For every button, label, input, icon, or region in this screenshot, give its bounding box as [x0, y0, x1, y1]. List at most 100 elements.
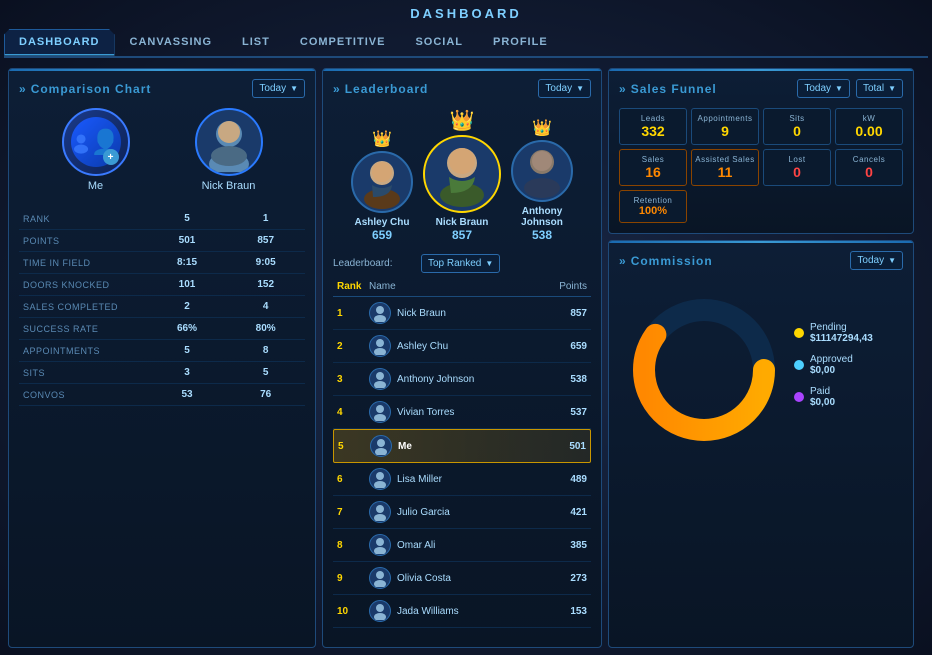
podium-first-avatar [423, 135, 501, 213]
leaderboard-header: Leaderboard Today [333, 79, 591, 98]
comparison-row: DOORS KNOCKED 101 152 [19, 274, 305, 296]
sales-cell-label: Appointments [694, 114, 756, 123]
sales-dropdown1[interactable]: Today [797, 79, 850, 98]
lb-name: Omar Ali [397, 540, 537, 551]
sales-grid: Leads 332 Appointments 9 Sits 0 kW 0.00 … [619, 108, 903, 223]
podium-third-avatar [511, 140, 573, 202]
podium-second: 👑 Ashley Chu 659 [351, 129, 413, 242]
podium-first-points: 857 [423, 228, 501, 242]
commission-title: Commission [619, 254, 713, 268]
leaderboard-dropdown[interactable]: Today [538, 79, 591, 98]
lb-points: 659 [537, 341, 587, 352]
lb-rank: 7 [337, 507, 369, 518]
comparison-row: SUCCESS RATE 66% 80% [19, 318, 305, 340]
row-opponent: 76 [226, 384, 305, 406]
comparison-row: SITS 3 5 [19, 362, 305, 384]
leaderboard-filter: Leaderboard: Top Ranked [333, 254, 591, 273]
comparison-row: APPOINTMENTS 5 8 [19, 340, 305, 362]
row-label: APPOINTMENTS [19, 340, 148, 362]
opponent-avatar [195, 108, 263, 176]
row-opponent: 80% [226, 318, 305, 340]
tab-canvassing[interactable]: CANVASSING [115, 29, 228, 55]
legend-value: $0,00 [810, 365, 853, 376]
legend-text: Pending $11147294,43 [810, 322, 873, 344]
sales-cell-label: kW [838, 114, 900, 123]
sales-cell-value: 332 [622, 123, 684, 139]
sales-cell-label: Sales [622, 155, 684, 164]
tab-dashboard[interactable]: DASHBOARD [4, 29, 115, 56]
lb-col-name: Name [369, 281, 537, 292]
row-me: 5 [148, 208, 227, 230]
lb-row: 1 Nick Braun 857 [333, 297, 591, 330]
tab-social[interactable]: SOCIAL [400, 29, 478, 55]
sales-funnel-title: Sales Funnel [619, 82, 717, 96]
lb-avatar [369, 534, 391, 556]
lb-name: Ashley Chu [397, 341, 537, 352]
comparison-title: Comparison Chart [19, 82, 151, 96]
gold-crown-icon: 👑 [423, 108, 501, 133]
lb-name: Lisa Miller [397, 474, 537, 485]
legend-item: Paid $0,00 [794, 386, 898, 408]
sales-cell: Appointments 9 [691, 108, 759, 145]
lb-avatar [369, 368, 391, 390]
comparison-row: SALES COMPLETED 2 4 [19, 296, 305, 318]
row-opponent: 9:05 [226, 252, 305, 274]
main-container: DASHBOARD DASHBOARD CANVASSING LIST COMP… [0, 0, 932, 655]
lb-points: 153 [537, 606, 587, 617]
right-panel: Sales Funnel Today Total Leads 332 Appoi… [608, 68, 914, 648]
lb-row: 2 Ashley Chu 659 [333, 330, 591, 363]
sales-cell-value: 0 [766, 123, 828, 139]
sales-cell-label: Cancels [838, 155, 900, 164]
row-me: 501 [148, 230, 227, 252]
podium-area: 👑 Ashley Chu 659 👑 [333, 108, 591, 242]
legend-dot [794, 392, 804, 402]
sales-cell: Sales 16 [619, 149, 687, 186]
sales-cell-value: 0 [766, 164, 828, 180]
lb-col-points: Points [537, 281, 587, 292]
row-label: RANK [19, 208, 148, 230]
filter-dropdown[interactable]: Top Ranked [421, 254, 500, 273]
lb-avatar [369, 302, 391, 324]
tab-profile[interactable]: PROFILE [478, 29, 563, 55]
lb-name: Anthony Johnson [397, 374, 537, 385]
lb-rank: 8 [337, 540, 369, 551]
lb-col-rank: Rank [337, 281, 369, 292]
sales-cell-value: 16 [622, 164, 684, 180]
row-me: 5 [148, 340, 227, 362]
sales-cell-value: 100% [622, 205, 684, 217]
lb-avatar [369, 501, 391, 523]
row-opponent: 8 [226, 340, 305, 362]
sales-dropdown2[interactable]: Total [856, 79, 903, 98]
sales-cell: Sits 0 [763, 108, 831, 145]
lb-points: 537 [537, 407, 587, 418]
tab-list[interactable]: LIST [227, 29, 285, 55]
lb-name: Jada Williams [397, 606, 537, 617]
lb-rank: 9 [337, 573, 369, 584]
comparison-row: POINTS 501 857 [19, 230, 305, 252]
lb-row: 6 Lisa Miller 489 [333, 463, 591, 496]
podium-third: 👑 AnthonyJohnson 538 [511, 118, 573, 242]
commission-legend: Pending $11147294,43 Approved $0,00 Paid… [784, 322, 898, 418]
lb-points: 857 [537, 308, 587, 319]
lb-rows: 1 Nick Braun 857 2 Ashley Chu 659 3 Anth [333, 297, 591, 628]
sales-cell-value: 11 [694, 164, 756, 180]
sales-cell: Retention 100% [619, 190, 687, 223]
tab-competitive[interactable]: COMPETITIVE [285, 29, 401, 55]
podium-second-points: 659 [351, 228, 413, 242]
legend-item: Pending $11147294,43 [794, 322, 898, 344]
lb-avatar [369, 567, 391, 589]
row-label: SALES COMPLETED [19, 296, 148, 318]
row-label: DOORS KNOCKED [19, 274, 148, 296]
me-label: Me [62, 180, 130, 192]
row-me: 8:15 [148, 252, 227, 274]
donut-chart [624, 290, 784, 450]
sales-cell: Lost 0 [763, 149, 831, 186]
comparison-dropdown[interactable]: Today [252, 79, 305, 98]
lb-row: 10 Jada Williams 153 [333, 595, 591, 628]
commission-dropdown[interactable]: Today [850, 251, 903, 270]
leaderboard-title: Leaderboard [333, 82, 428, 96]
row-opponent: 4 [226, 296, 305, 318]
lb-avatar [369, 600, 391, 622]
sales-cell: Leads 332 [619, 108, 687, 145]
lb-points: 385 [537, 540, 587, 551]
